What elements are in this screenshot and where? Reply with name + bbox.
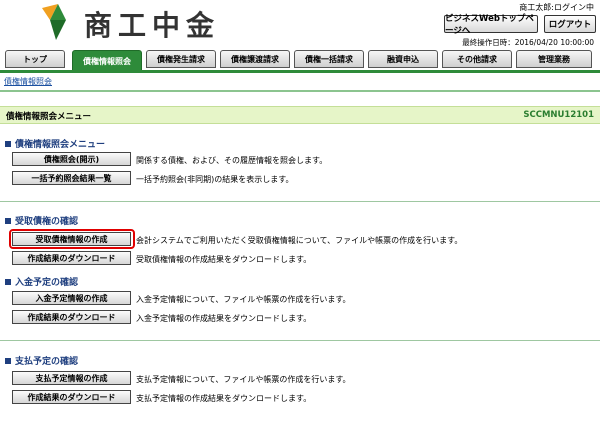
download-receivables-result-desc: 受取債権情報の作成結果をダウンロードします。 (136, 255, 312, 264)
main-tabs: トップ 債権情報照会 債権発生請求 債権譲渡請求 債権一括請求 融資申込 その他… (0, 50, 600, 72)
create-payment-info-button[interactable]: 支払予定情報の作成 (12, 371, 131, 385)
section-title-payment: 支払予定の確認 (5, 354, 78, 367)
section-bullet-icon (5, 217, 11, 224)
create-payment-info-desc: 支払予定情報について、ファイルや帳票の作成を行います。 (136, 375, 351, 384)
create-receivables-info-desc: 会計システムでご利用いただく受取債権情報について、ファイルや帳票の作成を行います… (136, 236, 463, 245)
section-title-inquiry-menu: 債権情報照会メニュー (5, 137, 105, 150)
download-incoming-result-button[interactable]: 作成結果のダウンロード (12, 310, 131, 324)
last-operation-time: 最終操作日時：2016/04/20 10:00:00 (462, 38, 594, 47)
subnav-divider (0, 90, 600, 92)
section-bullet-icon (5, 278, 11, 285)
tab-bulk-request[interactable]: 債権一括請求 (294, 50, 364, 68)
create-receivables-info-button[interactable]: 受取債権情報の作成 (12, 232, 131, 246)
page-title-bar: 債権情報照会メニュー SCCMNU12101 (0, 106, 600, 124)
tab-claim-inquiry[interactable]: 債権情報照会 (72, 50, 142, 72)
claim-inquiry-button[interactable]: 債権照会(開示) (12, 152, 131, 166)
subnav-claim-inquiry[interactable]: 債権情報照会 (4, 76, 52, 87)
create-incoming-info-desc: 入金予定情報について、ファイルや帳票の作成を行います。 (136, 295, 351, 304)
tab-strip (0, 70, 600, 73)
logo-icon (42, 4, 66, 40)
tab-claim-issue[interactable]: 債権発生請求 (146, 50, 216, 68)
logout-button[interactable]: ログアウト (544, 15, 596, 33)
claim-inquiry-desc: 関係する債権、および、その履歴情報を照会します。 (136, 156, 328, 165)
section-divider (0, 201, 600, 202)
section-bullet-icon (5, 357, 11, 364)
tab-other-requests[interactable]: その他請求 (442, 50, 512, 68)
section-title-incoming: 入金予定の確認 (5, 275, 78, 288)
download-payment-result-button[interactable]: 作成結果のダウンロード (12, 390, 131, 404)
download-incoming-result-desc: 入金予定情報の作成結果をダウンロードします。 (136, 314, 312, 323)
section-title-receivables: 受取債権の確認 (5, 214, 78, 227)
header: 商工中金 商工太郎:ログイン中 ビジネスWebトップページへ ログアウト 最終操… (0, 0, 600, 48)
page-title: 債権情報照会メニュー (6, 112, 92, 122)
tab-top[interactable]: トップ (5, 50, 65, 68)
webtop-button[interactable]: ビジネスWebトップページへ (444, 14, 538, 36)
create-incoming-info-button[interactable]: 入金予定情報の作成 (12, 291, 131, 305)
bulk-reservation-list-button[interactable]: 一括予約照会結果一覧 (12, 171, 131, 185)
download-receivables-result-button[interactable]: 作成結果のダウンロード (12, 251, 131, 265)
tab-loan-application[interactable]: 融資申込 (368, 50, 438, 68)
section-bullet-icon (5, 140, 11, 147)
section-divider (0, 340, 600, 341)
download-payment-result-desc: 支払予定情報の作成結果をダウンロードします。 (136, 394, 312, 403)
brand-name: 商工中金 (84, 9, 221, 42)
tab-admin[interactable]: 管理業務 (516, 50, 592, 68)
bulk-reservation-list-desc: 一括予約照会(非同期)の結果を表示します。 (136, 175, 294, 184)
screen-id: SCCMNU12101 (523, 110, 594, 120)
tab-claim-transfer[interactable]: 債権譲渡請求 (220, 50, 290, 68)
